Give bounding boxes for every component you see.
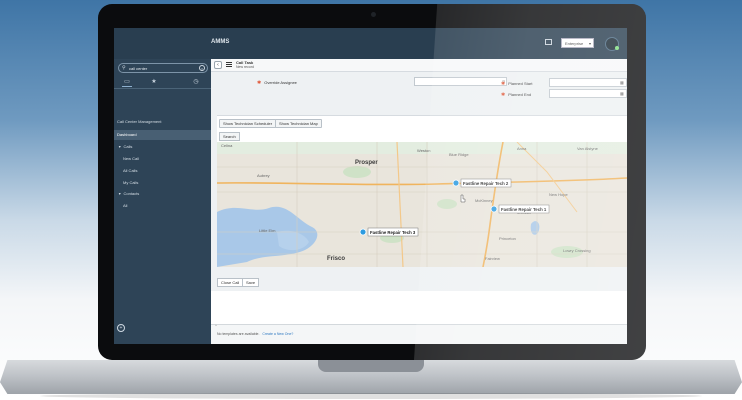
nav-label: Dashboard bbox=[117, 132, 137, 137]
nav-group-calls[interactable]: ▼ Calls bbox=[114, 142, 211, 152]
laptop-shadow bbox=[40, 393, 702, 399]
place-label: Anna bbox=[517, 146, 527, 151]
place-label: McKinney bbox=[475, 198, 493, 203]
nav-label: Calls bbox=[123, 144, 133, 149]
technician-map[interactable]: Prosper Frisco Celina Aubrey Little Elm … bbox=[217, 142, 627, 267]
place-label: New Hope bbox=[549, 192, 568, 197]
navigator-sidebar: ⚲ × ▭ ★ ◷ Call Center Management Dashboa… bbox=[114, 59, 211, 344]
override-assignee-input[interactable]: ⚲ bbox=[414, 77, 507, 86]
back-button[interactable]: ‹ bbox=[214, 61, 222, 69]
planned-start-text: Planned Start bbox=[508, 81, 533, 86]
add-circle-icon[interactable]: + bbox=[117, 324, 125, 332]
pin-label: Fastline Repair Tech 2 bbox=[463, 181, 509, 186]
form-header: ‹ Call Task New record bbox=[211, 59, 627, 72]
planned-end-text: Planned End bbox=[508, 92, 532, 97]
form-area: ‹ Call Task New record ✱ Override Assigne… bbox=[211, 59, 627, 324]
nav-label: Contacts bbox=[123, 191, 140, 196]
templates-message: No templates are available. Create a New … bbox=[217, 332, 293, 336]
hamburger-menu-icon[interactable] bbox=[226, 62, 232, 67]
caret-down-icon: ▼ bbox=[118, 192, 122, 196]
nav-item-all-calls[interactable]: All Calls bbox=[114, 166, 211, 176]
place-label: Van Alstyne bbox=[577, 146, 599, 151]
technician-map-panel: Show Technician Scheduler Show Technicia… bbox=[217, 115, 627, 267]
search-button[interactable]: Search bbox=[219, 132, 240, 141]
laptop-hinge-notch bbox=[318, 360, 424, 372]
place-label: Fairview bbox=[485, 256, 500, 261]
nav-label: All Calls bbox=[123, 168, 138, 173]
map-pin-icon[interactable] bbox=[359, 228, 367, 236]
pin-label: Fastline Repair Tech 3 bbox=[370, 230, 416, 235]
nav-section-call-center[interactable]: Call Center Management bbox=[114, 117, 211, 127]
override-assignee-text: Override Assignee bbox=[264, 80, 297, 85]
pin-label: Fastline Repair Tech 1 bbox=[501, 207, 547, 212]
place-label: Little Elm bbox=[259, 228, 276, 233]
form-lower-area bbox=[211, 291, 627, 324]
place-label: Blue Ridge bbox=[449, 152, 469, 157]
planned-start-input[interactable] bbox=[549, 78, 627, 87]
scope-select-value: Enterprise bbox=[565, 41, 584, 46]
chevron-down-icon: ▾ bbox=[588, 41, 591, 46]
close-call-button[interactable]: Close Call bbox=[217, 278, 244, 287]
place-label: Aubrey bbox=[257, 173, 270, 178]
create-template-link[interactable]: Create a New One? bbox=[262, 332, 293, 336]
technician-pin-3[interactable]: Fastline Repair Tech 3 bbox=[359, 227, 419, 237]
nav-label: My Calls bbox=[123, 180, 139, 185]
calendar-icon[interactable]: ▦ bbox=[620, 80, 624, 85]
templates-text: No templates are available. bbox=[217, 332, 260, 336]
scope-select[interactable]: Enterprise ▾ bbox=[561, 38, 594, 48]
planned-end-label: ✱ Planned End bbox=[501, 92, 531, 98]
chevron-up-icon[interactable]: ^ bbox=[215, 323, 217, 328]
templates-bar: ^ No templates are available. Create a Ne… bbox=[211, 323, 627, 344]
nav-item-new-call[interactable]: New Call bbox=[114, 154, 211, 164]
save-button[interactable]: Save bbox=[242, 278, 260, 287]
filter-icon: ⚲ bbox=[122, 65, 126, 71]
all-apps-tab-icon[interactable]: ▭ bbox=[122, 78, 132, 87]
technician-pin-1[interactable]: Fastline Repair Tech 1 bbox=[490, 204, 550, 214]
presence-dot bbox=[615, 46, 619, 50]
window-icon[interactable] bbox=[545, 39, 552, 45]
laptop-frame: AMMS Enterprise ▾ ⚲ × ▭ ★ ◷ Call Center … bbox=[98, 4, 646, 360]
record-subtitle: New record bbox=[236, 65, 254, 69]
planned-end-input[interactable] bbox=[549, 89, 627, 98]
camera-dot bbox=[371, 12, 376, 17]
app-screen: AMMS Enterprise ▾ ⚲ × ▭ ★ ◷ Call Center … bbox=[114, 28, 627, 344]
nav-label: Call Center Management bbox=[117, 119, 162, 124]
place-label: Princeton bbox=[499, 236, 516, 241]
history-clock-icon[interactable]: ◷ bbox=[191, 78, 201, 86]
app-title: AMMS bbox=[211, 39, 230, 45]
required-marker: ✱ bbox=[257, 80, 262, 86]
nav-group-contacts[interactable]: ▼ Contacts bbox=[114, 189, 211, 199]
favorites-star-icon[interactable]: ★ bbox=[149, 78, 159, 86]
show-technician-scheduler-button[interactable]: Show Technician Scheduler bbox=[219, 119, 277, 128]
nav-item-dashboard[interactable]: Dashboard bbox=[114, 130, 211, 140]
calendar-icon[interactable]: ▦ bbox=[620, 91, 624, 96]
caret-down-icon: ▼ bbox=[118, 145, 122, 149]
nav-label: All bbox=[123, 203, 128, 208]
place-label: Frisco bbox=[327, 256, 345, 262]
map-pin-icon[interactable] bbox=[490, 205, 498, 213]
nav-item-my-calls[interactable]: My Calls bbox=[114, 178, 211, 188]
navigator-filter[interactable]: ⚲ × bbox=[118, 63, 208, 73]
clear-icon[interactable]: × bbox=[199, 65, 205, 71]
place-label: Lowry Crossing bbox=[563, 248, 591, 253]
navigator-filter-input[interactable] bbox=[129, 64, 193, 72]
map-pin-icon[interactable] bbox=[452, 179, 460, 187]
show-technician-map-button[interactable]: Show Technician Map bbox=[275, 119, 322, 128]
required-marker: ✱ bbox=[501, 81, 506, 87]
nav-item-all[interactable]: All bbox=[114, 201, 211, 211]
planned-start-label: ✱ Planned Start bbox=[501, 81, 532, 87]
place-label: Prosper bbox=[355, 160, 378, 166]
override-assignee-label: ✱ Override Assignee bbox=[257, 80, 297, 86]
required-marker: ✱ bbox=[501, 92, 506, 98]
navigator-tabs: ▭ ★ ◷ bbox=[114, 77, 211, 89]
user-avatar[interactable] bbox=[605, 37, 619, 51]
technician-pin-2[interactable]: Fastline Repair Tech 2 bbox=[452, 178, 512, 188]
place-label: Weston bbox=[417, 148, 431, 153]
nav-label: New Call bbox=[123, 156, 140, 161]
place-label: Celina bbox=[221, 143, 233, 148]
top-navbar: AMMS Enterprise ▾ bbox=[114, 28, 627, 59]
